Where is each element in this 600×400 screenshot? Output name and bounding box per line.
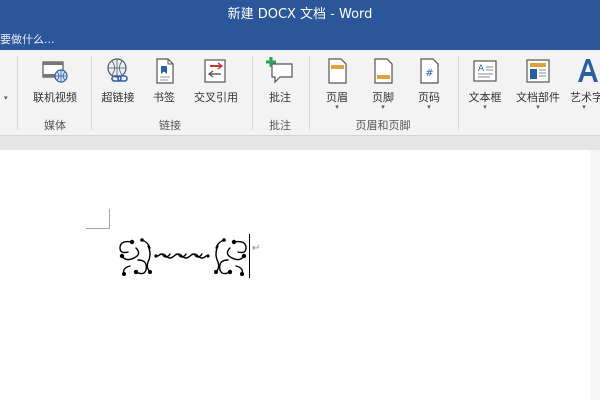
tell-me-bar: 要做什么... (0, 30, 600, 50)
group-separator (458, 56, 459, 130)
group-separator (17, 56, 18, 130)
new-comment-button[interactable]: 批注 (258, 56, 302, 114)
page-number-icon: # (420, 58, 439, 84)
svg-text:#: # (425, 68, 433, 79)
comment-label: 批注 (269, 91, 291, 104)
page-gap (0, 136, 600, 150)
chevron-down-icon: ▾ (381, 103, 385, 111)
group-label-links: 链接 (159, 119, 181, 132)
text-box-button[interactable]: A 文本框 ▾ (463, 56, 507, 114)
group-separator (91, 56, 92, 130)
group-label-comments: 批注 (269, 119, 291, 132)
margin-mark (86, 228, 110, 229)
margin-mark (109, 209, 110, 229)
text-box-icon: A (473, 60, 497, 82)
group-label-header-footer: 页眉和页脚 (355, 119, 411, 132)
quick-parts-icon (526, 59, 550, 83)
wordart-icon (578, 59, 598, 82)
document-canvas[interactable] (0, 136, 600, 400)
ribbon-insert-tab: ▾ 联机视频 媒体 超链接 书签 交叉引用 链接 批注 批注 页眉 ▾ 页脚 ▾… (0, 50, 600, 136)
cross-reference-button[interactable]: 交叉引用 (188, 56, 244, 114)
header-icon (328, 58, 347, 84)
bookmark-icon (156, 58, 174, 84)
hyperlink-label: 超链接 (101, 91, 135, 104)
word-window: 新建 DOCX 文档 - Word 要做什么... ▾ 联机视频 媒体 超链接 … (0, 0, 600, 400)
footer-button[interactable]: 页脚 ▾ (362, 56, 404, 114)
group-label-media: 媒体 (44, 119, 66, 132)
online-video-button[interactable]: 联机视频 (24, 56, 86, 114)
chevron-down-icon: ▾ (483, 103, 487, 111)
chevron-down-icon: ▾ (427, 103, 431, 111)
hyperlink-button[interactable]: 超链接 (96, 56, 140, 114)
bookmark-button[interactable]: 书签 (144, 56, 184, 114)
chevron-down-icon[interactable]: ▾ (4, 94, 8, 102)
cross-reference-icon (204, 59, 226, 83)
chevron-down-icon: ▾ (536, 103, 540, 111)
text-cursor (249, 234, 250, 278)
comment-add-icon (266, 57, 293, 84)
svg-text:A: A (478, 64, 485, 74)
chevron-down-icon: ▾ (582, 103, 586, 111)
hyperlink-globe-icon (107, 58, 128, 82)
scrollbar-track[interactable] (590, 150, 600, 400)
window-title: 新建 DOCX 文档 - Word (227, 7, 373, 22)
footer-icon (374, 58, 393, 84)
header-button[interactable]: 页眉 ▾ (316, 56, 358, 114)
bookmark-label: 书签 (153, 91, 175, 104)
title-bar: 新建 DOCX 文档 - Word (0, 0, 600, 30)
film-globe-icon (42, 61, 68, 83)
cross-reference-label: 交叉引用 (194, 91, 238, 104)
chevron-down-icon: ▾ (335, 103, 339, 111)
paragraph-mark: ↵ (252, 243, 261, 254)
tell-me-input[interactable]: 要做什么... (0, 32, 55, 48)
online-video-label: 联机视频 (33, 91, 77, 104)
page-number-button[interactable]: # 页码 ▾ (408, 56, 450, 114)
group-separator (252, 56, 253, 130)
quick-parts-button[interactable]: 文档部件 ▾ (510, 56, 566, 114)
wordart-button[interactable]: 艺术字 ▾ (568, 56, 600, 114)
flourish-ornament-image[interactable] (112, 232, 254, 282)
group-separator (309, 56, 310, 130)
